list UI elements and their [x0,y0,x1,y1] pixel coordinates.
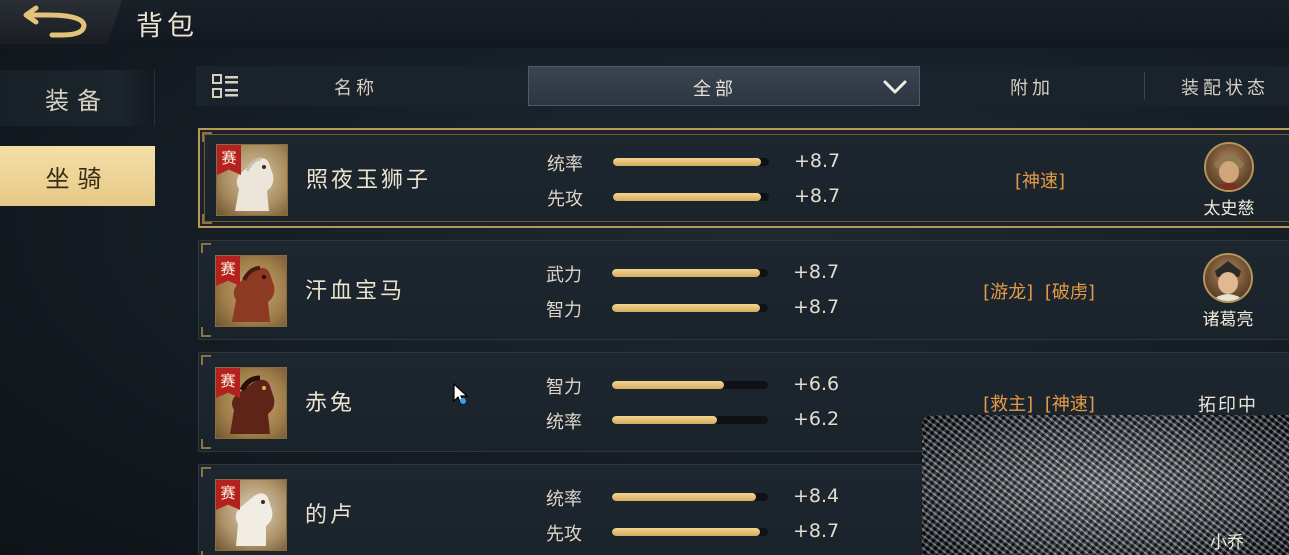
mount-portrait: 赛 [215,255,287,327]
mount-name: 照夜玉狮子 [306,168,432,193]
stat-label: 统率 [546,489,582,510]
frame-corner [201,467,211,477]
stat-label: 武力 [546,265,582,286]
stat-bar [612,493,768,501]
stat-value: +8.7 [793,296,840,318]
stat-value: +6.6 [793,373,840,395]
stat-bar [612,416,768,424]
equipped-general[interactable]: 太史慈 [1190,142,1268,219]
frame-corner [201,551,211,555]
skill-list: [救主] [神速] [921,390,1157,416]
mount-portrait: 赛 [215,479,287,551]
stat-bar [612,381,768,389]
mount-name: 汗血宝马 [305,279,406,304]
mount-portrait: 赛 [215,367,287,439]
filter-selected: 全部 [693,79,737,100]
frame-corner [202,132,212,142]
stat-value: +8.4 [793,485,840,507]
equipped-general[interactable]: 诸葛亮 [1189,253,1267,330]
list-header: 名称 全部 附加 装配状态 [196,66,1289,106]
general-name: 太史慈 [1203,199,1255,219]
avatar [1203,253,1253,303]
stat-bar [613,193,769,201]
top-bar: 背包 [0,0,1289,48]
stat-label: 智力 [546,377,582,398]
skill-list: [神速] [922,167,1158,193]
column-extra: 附加 [1010,78,1054,99]
stat-bar [612,304,768,312]
frame-corner [201,243,211,253]
frame-corner [201,439,211,449]
mount-name: 的卢 [305,503,356,528]
list-view-icon[interactable] [212,74,240,100]
stat-value: +8.7 [793,261,840,283]
skill-list: [游龙] [破虏] [921,278,1157,304]
mount-portrait: 赛 [216,144,288,216]
skill-tag[interactable]: [救主] [983,394,1033,415]
tab-equipment[interactable]: 装备 [0,70,155,126]
back-arrow-icon [23,5,87,38]
stat-bar [613,158,769,166]
stat-value: +8.7 [794,185,841,207]
stat-label: 统率 [546,412,582,433]
skill-tag[interactable]: [破虏] [1045,282,1095,303]
skill-tag[interactable]: [神速] [1045,394,1095,415]
chevron-down-icon [883,80,907,94]
filter-dropdown[interactable]: 全部 [528,66,920,106]
stat-label: 先攻 [546,524,582,545]
stat-label: 先攻 [547,189,583,210]
mount-name: 赤兔 [305,391,356,416]
mount-row[interactable]: 赛 汗血宝马 武力 +8.7 智力 +8.7 [游龙] [破虏] 诸葛亮 [198,240,1289,340]
column-equip-status: 装配状态 [1181,78,1269,99]
stat-label: 智力 [546,300,582,321]
frame-corner [201,327,211,337]
divider [1144,72,1145,100]
general-portrait-icon [1211,261,1245,301]
stat-label: 统率 [547,154,583,175]
skill-tag[interactable]: [游龙] [983,282,1033,303]
avatar [1204,142,1254,192]
general-portrait-icon [1212,155,1246,190]
page-title: 背包 [136,11,198,42]
frame-corner [202,214,212,224]
mount-row[interactable]: 赛 照夜玉狮子 统率 +8.7 先攻 +8.7 [神速] 太史慈 [198,128,1289,228]
stat-bar [612,269,768,277]
general-name: 诸葛亮 [1202,310,1254,330]
column-name: 名称 [334,78,378,99]
stat-value: +8.7 [793,520,840,542]
tab-mounts[interactable]: 坐骑 [0,146,155,206]
skill-tag[interactable]: [神速] [1015,171,1065,192]
back-button[interactable] [0,0,122,44]
stat-value: +6.2 [793,408,840,430]
general-name: 小乔 [1210,533,1244,553]
mouse-cursor-icon [453,382,469,405]
stat-bar [612,528,768,536]
equip-status-text: 拓印中 [1198,395,1258,416]
stat-value: +8.7 [794,150,841,172]
frame-corner [201,355,211,365]
